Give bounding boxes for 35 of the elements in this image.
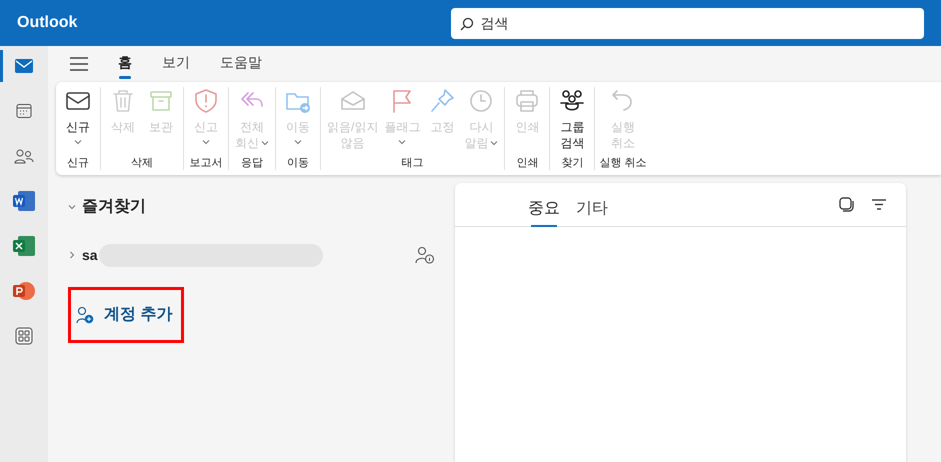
- ribbon-group-label: 응답: [241, 157, 263, 170]
- ribbon-group-label: 이동: [287, 157, 309, 170]
- inbox-tab[interactable]: 중요: [528, 188, 560, 228]
- add-account-button[interactable]: 계정 추가: [76, 303, 172, 327]
- ribbon-group-label: 찾기: [561, 157, 584, 170]
- ribbon-button[interactable]: 신규: [60, 87, 96, 157]
- ribbon-group-label: 신규: [67, 157, 89, 170]
- ribbon-group-label: 보고서: [190, 157, 222, 170]
- select-icon[interactable]: [839, 197, 854, 212]
- person-add-icon: [76, 306, 94, 324]
- people-icon: [14, 148, 34, 164]
- document-app-icon: [13, 191, 35, 211]
- ribbon-tab[interactable]: 홈: [118, 52, 132, 79]
- presentation-app-icon: [13, 281, 35, 301]
- ribbon-group-label: 실행 취소: [599, 157, 646, 170]
- menu-icon[interactable]: [70, 57, 88, 71]
- apps-grid-icon: [15, 327, 33, 345]
- inbox-tab[interactable]: 기타: [576, 188, 608, 228]
- calendar-icon: [16, 103, 32, 119]
- ribbon-group-label: 삭제: [131, 157, 153, 170]
- person-info-icon[interactable]: [415, 246, 435, 264]
- ribbon-group-label: 태그: [402, 157, 424, 170]
- ribbon-tab[interactable]: 보기: [162, 52, 190, 79]
- ribbon-tab[interactable]: 도움말: [220, 52, 262, 79]
- filter-icon[interactable]: [872, 199, 886, 210]
- envelope-icon: [15, 59, 33, 73]
- favorites-header[interactable]: 즐겨찾기: [68, 195, 455, 219]
- account-item[interactable]: sa: [68, 244, 98, 266]
- ribbon-group-label: 인쇄: [516, 157, 538, 170]
- search-icon: [460, 16, 474, 30]
- shield-icon: [192, 87, 220, 115]
- search-field[interactable]: 검색: [450, 8, 924, 38]
- spreadsheet-app-icon: [13, 236, 35, 256]
- app-title: Outlook: [17, 13, 78, 33]
- ribbon-button[interactable]: 그룹 검색: [554, 87, 590, 157]
